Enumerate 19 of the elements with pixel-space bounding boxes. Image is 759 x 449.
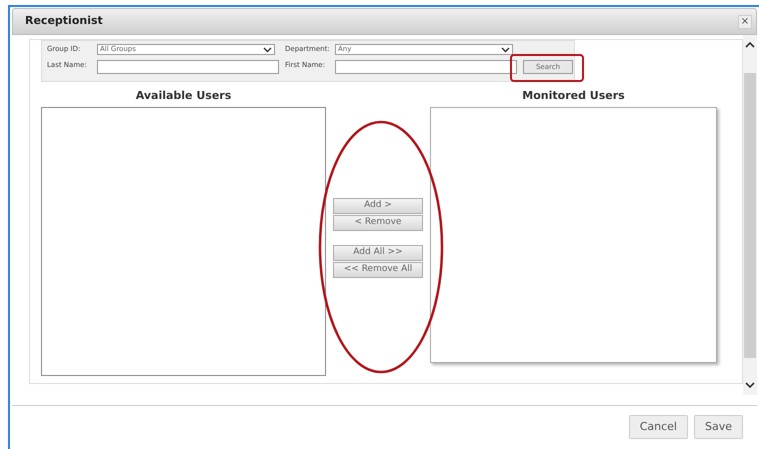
footer-button[interactable]: Cancel: [628, 415, 688, 439]
transfer-button[interactable]: << Remove All: [333, 262, 423, 278]
window-title: Receptionist: [25, 13, 103, 30]
list-heading: Monitored Users: [522, 88, 625, 104]
scroll-up-icon[interactable]: [745, 41, 755, 48]
close-button[interactable]: ×: [738, 14, 752, 28]
chevron-down-icon: [501, 46, 510, 52]
transfer-button[interactable]: < Remove: [333, 215, 423, 231]
chevron-down-icon: [263, 46, 272, 52]
list-heading: Available Users: [136, 88, 232, 104]
scrollbar[interactable]: [743, 35, 757, 395]
input-field[interactable]: [97, 60, 279, 74]
monitored-users-list[interactable]: [430, 107, 717, 363]
scroll-down-icon[interactable]: [745, 382, 755, 389]
transfer-button[interactable]: Add >: [333, 198, 423, 214]
transfer-button[interactable]: Add All >>: [333, 245, 423, 261]
footer-button[interactable]: Save: [694, 415, 743, 439]
scrollbar-thumb[interactable]: [744, 72, 756, 358]
input-field[interactable]: [335, 60, 517, 74]
